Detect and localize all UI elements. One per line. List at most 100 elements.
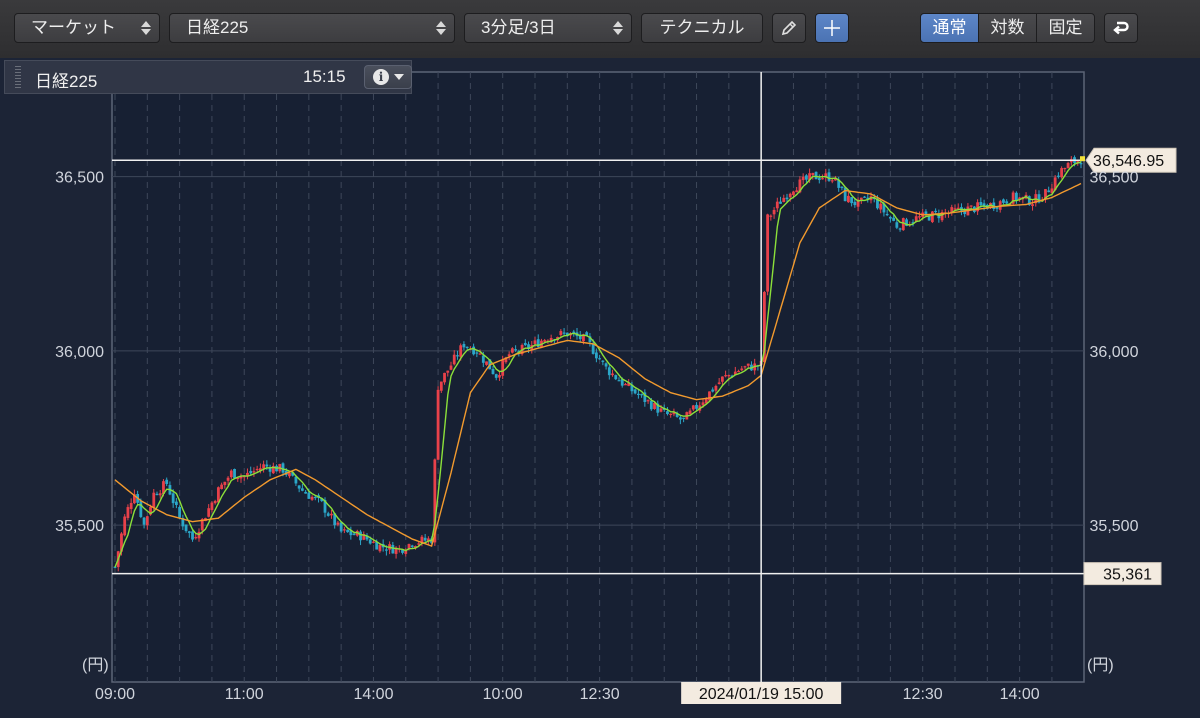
candle-body [462,344,466,348]
info-button[interactable]: i [364,65,412,89]
candle-body [801,176,805,181]
dropdown-triangle-icon [394,74,404,80]
scale-mode-normal[interactable]: 通常 [920,13,979,43]
candle-body [863,196,866,198]
select-arrows-icon [613,20,623,36]
candle-body [297,485,301,489]
technical-button[interactable]: テクニカル [641,13,763,43]
scale-mode-log[interactable]: 対数 [978,13,1037,43]
candle-body [640,394,644,396]
candle-body [174,501,178,505]
candle-body [649,400,653,410]
candle-body [326,513,330,516]
candle-body [995,207,999,209]
market-select-label: マーケット [31,18,116,37]
unit-label-left: (円) [82,657,109,674]
candle-body [359,531,362,541]
candle-body [459,345,463,357]
scale-mode-fixed[interactable]: 固定 [1036,13,1095,43]
x-tick-label: 10:00 [483,686,523,703]
candle-body [711,389,715,392]
drag-handle[interactable] [15,66,21,90]
select-arrows-icon [436,20,446,36]
candle-body [688,410,692,415]
info-symbol: 日経225 [35,72,98,91]
candle-body [210,502,214,511]
candle-body [171,493,175,504]
candle-body [443,372,446,383]
candle-body [249,470,253,474]
candle-body [523,342,527,346]
candle-body [827,172,831,181]
y-tick-label-right: 35,500 [1090,518,1139,535]
candle-body [307,492,311,499]
info-time: 15:15 [303,67,346,86]
candle-body [1079,163,1083,165]
candle-body [165,479,169,484]
candle-body [330,513,333,516]
candle-body [717,382,721,384]
candle-body [562,332,566,334]
candle-body [691,405,695,410]
interval-select[interactable]: 3分足/3日 [464,13,632,43]
candle-body [814,171,818,180]
high-price-label: 36,546.95 [1093,153,1164,170]
candle-body [740,368,744,371]
candle-body [892,217,896,221]
candle-body [678,417,682,420]
candle-body [514,349,518,351]
candle-body [223,481,227,485]
candle-body [155,493,159,496]
candle-body [895,222,899,228]
candle-body [1047,190,1051,193]
candle-body [879,203,883,210]
candle-body [446,370,450,373]
y-tick-label-left: 36,000 [55,344,104,361]
price-chart[interactable]: 36,546.95 35,361 2024/01/19 15:00 35,500 35… [0,58,1200,718]
candle-body [252,471,256,473]
candle-body [313,496,317,499]
undo-button[interactable] [1104,13,1138,43]
crosshair-button[interactable] [815,13,849,43]
candle-body [465,346,469,348]
x-tick-label: 09:00 [95,686,135,703]
candle-body [391,544,395,554]
candle-body [1014,192,1018,201]
x-tick-label: 11:00 [225,686,264,703]
chart-area[interactable]: 36,546.95 35,361 2024/01/19 15:00 35,500 35… [0,58,1200,718]
candle-body [607,367,611,376]
crosshair-date-label: 2024/01/19 15:00 [699,686,824,703]
candle-body [766,214,770,292]
market-select[interactable]: マーケット [14,13,160,43]
candle-body [378,544,382,552]
candle-body [795,190,799,193]
candle-body [624,384,627,386]
candle-body [850,197,854,204]
candle-body [184,524,188,532]
candle-body [501,360,505,376]
pencil-icon [781,20,797,36]
select-arrows-icon [141,20,151,36]
candle-body [714,385,718,391]
candle-body [178,506,182,518]
pencil-button[interactable] [772,13,806,43]
info-icon: i [373,69,389,85]
candle-body [152,492,156,508]
candle-body [288,472,291,477]
candle-body [617,380,621,382]
candle-body [510,348,514,353]
candle-body [811,172,815,176]
candle-body [633,389,637,394]
candle-body [953,208,957,210]
candle-body [194,536,198,539]
candle-body [914,216,918,222]
candle-body [666,411,669,415]
candle-body [485,361,488,365]
candle-body [646,400,650,402]
candle-body [769,215,773,217]
candle-body [956,207,960,209]
candle-body [410,545,414,547]
candle-body [695,404,698,409]
symbol-select[interactable]: 日経225 [169,13,455,43]
undo-icon [1113,21,1129,35]
